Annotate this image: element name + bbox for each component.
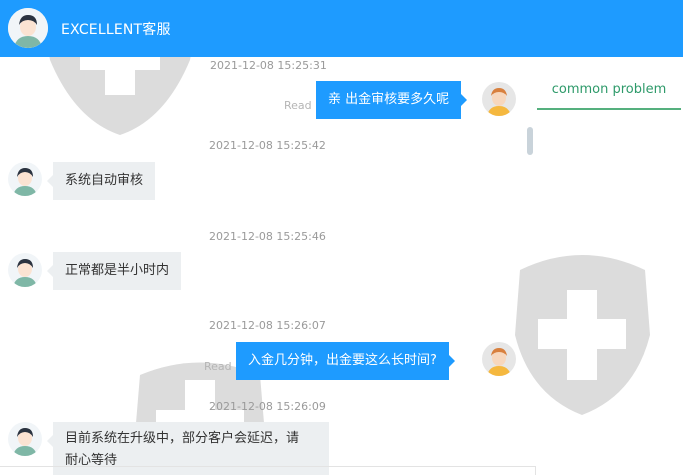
input-area-border — [0, 466, 536, 467]
message-text: 正常都是半小时内 — [65, 263, 170, 278]
message-text-line: 目前系统在升级中，部分客户会延迟，请 — [65, 431, 300, 446]
chat-message-list[interactable]: 2021-12-08 15:25:31 Read 亲 出金审核要多久呢 2021… — [0, 57, 530, 475]
read-status: Read — [204, 360, 232, 373]
message-text: 系统自动审核 — [65, 173, 144, 188]
chat-scrollbar[interactable] — [527, 127, 533, 155]
message-timestamp: 2021-12-08 15:25:42 — [209, 139, 326, 152]
message-timestamp: 2021-12-08 15:26:07 — [209, 319, 326, 332]
agent-avatar-icon — [8, 422, 42, 456]
message-timestamp: 2021-12-08 15:26:09 — [209, 400, 326, 413]
read-status: Read — [284, 99, 312, 112]
tab-common-problem[interactable]: common problem — [537, 78, 681, 110]
user-avatar-icon — [482, 82, 516, 116]
message-bubble-outgoing: 亲 出金审核要多久呢 — [316, 81, 468, 119]
message-bubble-incoming: 正常都是半小时内 — [46, 252, 182, 290]
message-timestamp: 2021-12-08 15:25:46 — [209, 230, 326, 243]
agent-avatar-icon — [8, 162, 42, 196]
message-timestamp: 2021-12-08 15:25:31 — [210, 59, 327, 72]
agent-avatar-icon — [8, 253, 42, 287]
message-bubble-incoming: 目前系统在升级中，部分客户会延迟，请 耐心等待 — [47, 422, 329, 475]
header-title: EXCELLENT客服 — [61, 22, 171, 38]
message-bubble-incoming: 系统自动审核 — [46, 162, 156, 200]
chat-header: EXCELLENT客服 — [0, 0, 683, 57]
message-text-line: 耐心等待 — [65, 453, 118, 468]
message-text: 亲 出金审核要多久呢 — [328, 92, 450, 107]
message-bubble-outgoing: 入金几分钟，出金要这么长时间? — [236, 342, 455, 380]
message-text: 入金几分钟，出金要这么长时间? — [248, 353, 437, 368]
input-area-border — [535, 466, 536, 475]
agent-avatar-icon — [8, 8, 48, 48]
user-avatar-icon — [482, 342, 516, 376]
